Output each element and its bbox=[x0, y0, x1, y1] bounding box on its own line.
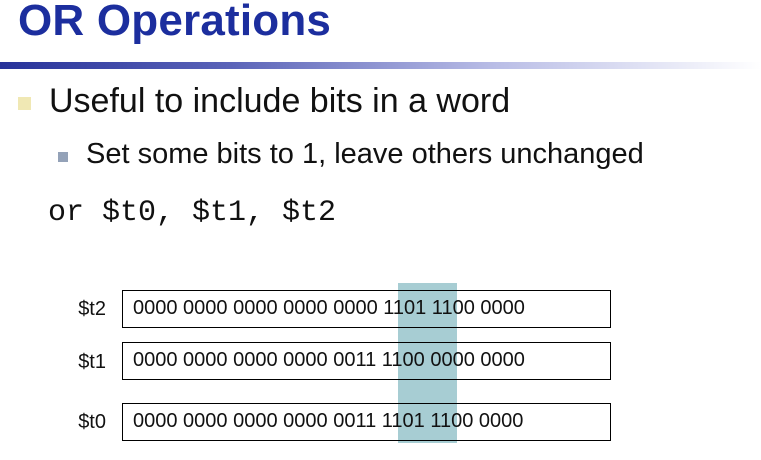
slide-title: OR Operations bbox=[18, 0, 332, 45]
register-bits-box: 0000 0000 0000 0000 0011 1100 0000 0000 bbox=[122, 342, 611, 380]
bullet-text: Useful to include bits in a word bbox=[49, 82, 511, 120]
sub-bullet-text: Set some bits to 1, leave others unchang… bbox=[86, 138, 644, 170]
code-instruction: or $t0, $t1, $t2 bbox=[48, 196, 337, 230]
sub-bullet-item: Set some bits to 1, leave others unchang… bbox=[58, 138, 644, 171]
bullet-item: Useful to include bits in a word bbox=[18, 82, 510, 121]
register-label: $t0 bbox=[78, 411, 106, 433]
register-bits-box: 0000 0000 0000 0000 0000 1101 1100 0000 bbox=[122, 290, 611, 328]
register-label: $t2 bbox=[78, 298, 106, 320]
register-label: $t1 bbox=[78, 351, 106, 373]
sub-bullet-square-icon bbox=[58, 151, 68, 162]
title-underline bbox=[0, 62, 761, 69]
register-bits-box: 0000 0000 0000 0000 0011 1101 1100 0000 bbox=[122, 403, 611, 441]
bullet-square-icon bbox=[18, 97, 31, 110]
